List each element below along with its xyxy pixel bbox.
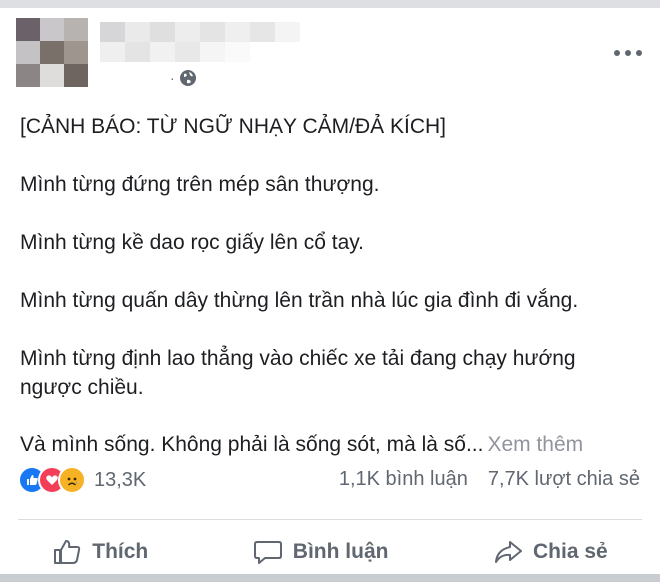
comment-button-label: Bình luận: [292, 540, 389, 563]
post-meta: ·: [170, 68, 197, 88]
engagement-stats: 1,1K bình luận 7,7K lượt chia sẻ: [339, 468, 640, 491]
avatar[interactable]: [16, 18, 88, 88]
share-button[interactable]: Chia sẻ: [493, 538, 608, 566]
post-line: Mình từng kề dao rọc giấy lên cổ tay.: [20, 231, 365, 254]
divider: [18, 519, 642, 520]
sad-icon: [58, 466, 86, 494]
like-button[interactable]: Thích: [52, 538, 148, 566]
post-line: Mình từng đứng trên mép sân thượng.: [20, 173, 380, 196]
thumbs-up-icon: [52, 538, 82, 566]
like-button-label: Thích: [92, 540, 149, 563]
feed-background-top: [0, 0, 660, 8]
post-line-last: Và mình sống. Không phải là sống sót, mà…: [20, 430, 583, 459]
reaction-count: 13,3K: [94, 468, 147, 491]
post-line: Mình từng định lao thẳng vào chiếc xe tả…: [20, 347, 576, 399]
share-arrow-icon: [493, 538, 523, 566]
comment-button[interactable]: Bình luận: [253, 538, 389, 566]
comment-count-link[interactable]: 1,1K bình luận: [339, 468, 468, 491]
comment-bubble-icon: [253, 538, 283, 566]
feed-background-bottom: [0, 574, 660, 582]
author-name-redacted[interactable]: [100, 22, 300, 62]
action-bar: Thích Bình luận Chia sẻ: [0, 530, 660, 574]
post-line-truncated: Và mình sống. Không phải là sống sót, mà…: [20, 433, 484, 456]
post-line: [CẢNH BÁO: TỪ NGỮ NHẠY CẢM/ĐẢ KÍCH]: [20, 115, 446, 138]
share-button-label: Chia sẻ: [533, 540, 608, 563]
more-options-icon[interactable]: [614, 46, 642, 60]
globe-icon[interactable]: [179, 69, 197, 87]
see-more-link[interactable]: Xem thêm: [487, 433, 583, 456]
post-card: · [CẢNH BÁO: TỪ NGỮ NHẠY CẢM/ĐẢ KÍCH] Mì…: [0, 8, 660, 574]
post-line: Mình từng quấn dây thừng lên trần nhà lú…: [20, 289, 579, 312]
reactions-summary[interactable]: 13,3K: [18, 466, 146, 494]
share-count-link[interactable]: 7,7K lượt chia sẻ: [488, 468, 640, 491]
meta-separator: ·: [170, 70, 175, 86]
